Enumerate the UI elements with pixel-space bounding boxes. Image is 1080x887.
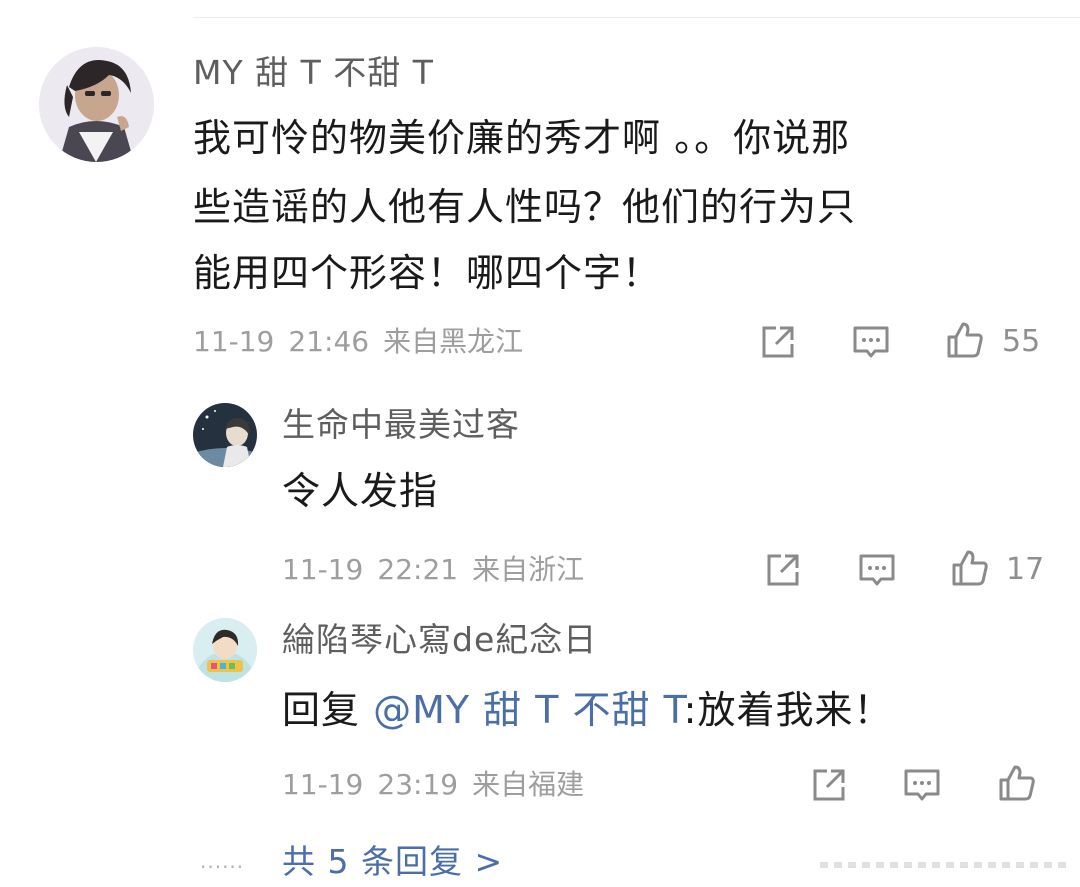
reply-date: 11-19 <box>282 553 364 586</box>
like-count: 17 <box>1006 552 1045 587</box>
reply-text: 回复 @MY 甜 T 不甜 T:放着我来！ <box>282 677 892 743</box>
comment-text-line: 能用四个形容！哪四个字！ <box>193 251 662 295</box>
reply-body: :放着我来！ <box>683 688 893 732</box>
reply-time: 23:19 <box>377 768 459 801</box>
like-count: 55 <box>1002 324 1041 359</box>
comment-icon <box>853 326 889 358</box>
reply-meta: 11-19 22:21 来自浙江 <box>282 550 598 590</box>
comment-date: 11-19 <box>193 325 275 358</box>
avatar[interactable] <box>193 403 257 467</box>
share-icon <box>762 326 794 358</box>
reply-location: 来自福建 <box>472 768 585 801</box>
comment-meta: 11-19 21:46 来自黑龙江 <box>193 322 537 362</box>
comment-location: 来自黑龙江 <box>383 325 524 358</box>
thumbs-up-icon <box>947 322 983 358</box>
comment-button[interactable] <box>855 548 899 592</box>
birthday-avatar-icon <box>193 618 257 682</box>
comment-time: 21:46 <box>288 325 370 358</box>
share-icon <box>767 554 799 586</box>
reply-username[interactable]: 綸陷琴心寫de紀念日 <box>282 620 597 660</box>
share-button[interactable] <box>761 548 805 592</box>
reply-username[interactable]: 生命中最美过客 <box>282 405 520 445</box>
top-divider <box>193 17 1080 18</box>
like-button[interactable] <box>943 318 987 362</box>
share-button[interactable] <box>756 320 800 364</box>
comment-icon <box>859 554 895 586</box>
comment-button[interactable] <box>849 320 893 364</box>
more-dots: ······ <box>200 855 245 879</box>
thumbs-up-icon <box>952 550 988 586</box>
comment-icon <box>904 769 940 801</box>
reply-text: 令人发指 <box>282 469 439 513</box>
share-icon <box>813 769 845 801</box>
more-replies-link[interactable]: 共 5 条回复 > <box>282 840 503 884</box>
avatar[interactable] <box>39 47 154 162</box>
comment-username[interactable]: MY 甜 T 不甜 T <box>193 53 434 93</box>
comment-button[interactable] <box>900 763 944 807</box>
reply-meta: 11-19 23:19 来自福建 <box>282 765 598 805</box>
comment-text-line: 我可怜的物美价廉的秀才啊 。。你说那 <box>193 116 851 160</box>
reply-location: 来自浙江 <box>472 553 585 586</box>
avatar[interactable] <box>193 618 257 682</box>
reply-prefix: 回复 <box>282 688 374 732</box>
reply-date: 11-19 <box>282 768 364 801</box>
mention-link[interactable]: @MY 甜 T 不甜 T <box>373 688 684 732</box>
like-button[interactable] <box>948 546 992 590</box>
comment-text-line: 些造谣的人他有人性吗？他们的行为只 <box>193 185 857 229</box>
anime-avatar-icon <box>39 47 154 162</box>
thumbs-up-icon <box>999 765 1035 801</box>
share-button[interactable] <box>807 763 851 807</box>
reply-time: 22:21 <box>377 553 459 586</box>
watermark-strip <box>820 862 1070 868</box>
night-avatar-icon <box>193 403 257 467</box>
like-button[interactable] <box>995 761 1039 805</box>
